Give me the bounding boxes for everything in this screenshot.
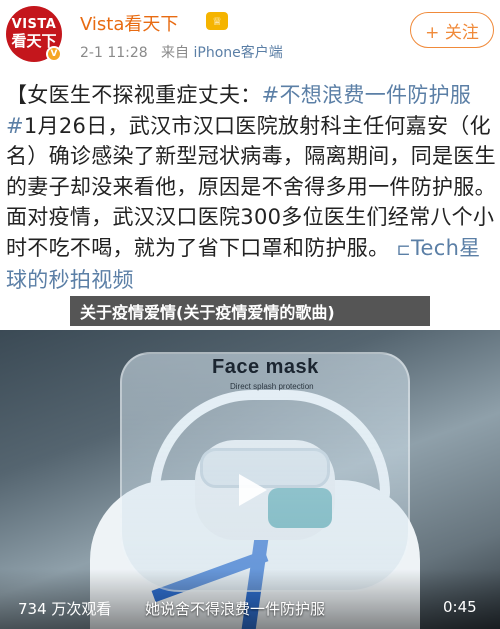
post-title: 【女医生不探视重症丈夫： xyxy=(6,83,262,107)
view-count: 734 万次观看 xyxy=(18,600,112,618)
level-icon: ♕ xyxy=(206,12,228,30)
overlay-headline: 关于疫情爱情(关于疫情爱情的歌曲) xyxy=(70,296,430,326)
video-subtitle: 她说舍不得浪费一件防护服 xyxy=(145,600,326,618)
verified-badge-icon: V xyxy=(46,46,62,62)
face-mask-label: Face mask xyxy=(212,356,319,378)
play-icon[interactable] xyxy=(231,470,271,510)
post-header: VISTA 看天下 V Vista看天下 ♕ 2-1 11:28 来自 iPho… xyxy=(0,0,500,78)
follow-button[interactable]: + 关注 xyxy=(410,12,494,48)
post-time: 2-1 11:28 xyxy=(80,45,148,61)
video-link-icon: ⊏ xyxy=(396,239,411,260)
post-source[interactable]: iPhone客户端 xyxy=(193,45,282,61)
avatar-line1: VISTA xyxy=(11,17,57,32)
video-duration: 0:45 xyxy=(443,598,477,616)
post-text: 【女医生不探视重症丈夫：#不想浪费一件防护服#1月26日，武汉市汉口医院放射科主… xyxy=(6,80,496,296)
video-player[interactable]: Face mask Direct splash protection 734 万… xyxy=(0,330,500,629)
face-mask-sublabel: Direct splash protection xyxy=(230,382,314,391)
post-meta: 2-1 11:28 来自 iPhone客户端 xyxy=(80,42,283,62)
source-prefix: 来自 xyxy=(161,45,190,61)
account-name[interactable]: Vista看天下 xyxy=(80,10,178,36)
